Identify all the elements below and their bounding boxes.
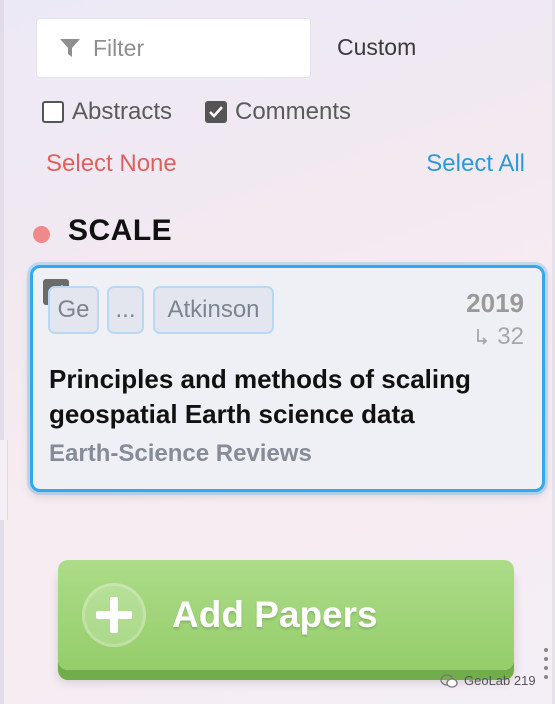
comments-checkbox[interactable] <box>205 101 227 123</box>
author-chip[interactable]: Atkinson <box>153 286 274 334</box>
watermark-text: GeoLab 219 <box>464 673 536 688</box>
group-title: SCALE <box>68 214 173 247</box>
panel-edge-tab <box>0 440 8 520</box>
wechat-icon <box>440 673 458 688</box>
drag-handle[interactable] <box>544 648 548 684</box>
filter-input[interactable]: Filter <box>36 18 311 78</box>
left-border <box>0 0 4 704</box>
author-chip[interactable]: Ge <box>48 286 99 334</box>
filter-placeholder: Filter <box>93 34 145 61</box>
checkmark-icon <box>209 106 223 118</box>
filter-icon <box>60 39 80 57</box>
paper-title: Principles and methods of scaling geospa… <box>49 364 471 429</box>
plus-icon <box>82 583 146 647</box>
select-all-link[interactable]: Select All <box>426 150 525 178</box>
paper-year: 2019 <box>466 288 524 318</box>
group-color-dot <box>33 226 50 243</box>
abstracts-toggle[interactable]: Abstracts <box>42 98 172 126</box>
author-chip-ellipsis[interactable]: ... <box>107 286 144 334</box>
citation-count-value: 32 <box>497 323 524 350</box>
add-papers-label: Add Papers <box>172 594 378 635</box>
abstracts-label: Abstracts <box>72 98 173 125</box>
custom-filter-option[interactable]: Custom <box>337 34 416 61</box>
select-none-link[interactable]: Select None <box>46 150 177 178</box>
citation-count: 32 <box>475 323 524 351</box>
comments-toggle[interactable]: Comments <box>205 98 351 126</box>
citation-arrow-icon <box>477 329 488 345</box>
add-papers-button[interactable]: Add Papers <box>58 560 514 670</box>
comments-label: Comments <box>235 98 352 125</box>
abstracts-checkbox[interactable] <box>42 101 64 123</box>
watermark: GeoLab 219 <box>440 673 536 688</box>
paper-card[interactable]: Ge ... Atkinson 2019 32 Principles and m… <box>30 265 545 492</box>
paper-journal: Earth-Science Reviews <box>49 440 312 467</box>
